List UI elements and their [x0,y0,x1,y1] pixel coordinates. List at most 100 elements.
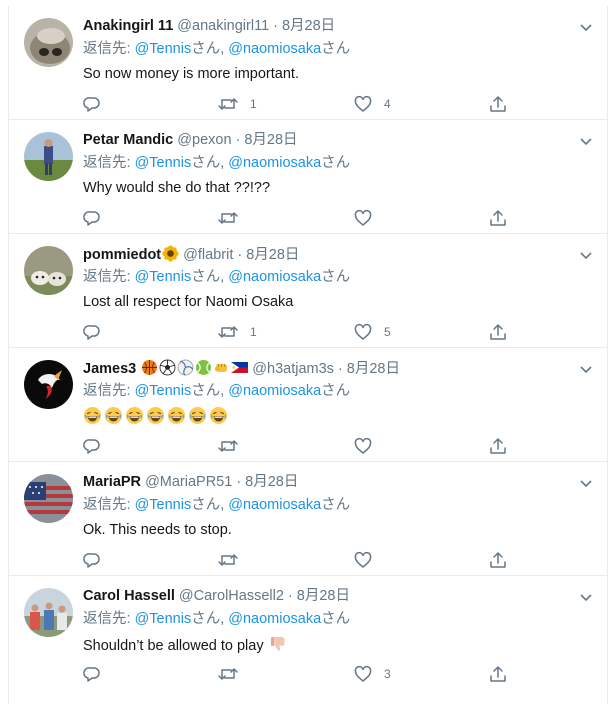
retweet-button[interactable] [218,664,250,684]
like-button[interactable]: 3 [354,664,391,684]
heart-icon [354,209,372,226]
reply-button[interactable] [83,664,113,684]
retweet-button[interactable] [218,436,250,456]
tweet-actions [83,208,603,228]
retweet-button[interactable] [218,208,250,228]
user-handle[interactable]: @MariaPR51 [145,474,232,490]
tweet[interactable]: Anakingirl 11 @anakingirl11 · 8月28日 返信先: @… [9,6,607,120]
reply-icon [83,667,100,682]
avatar[interactable] [24,18,73,67]
mention-link[interactable]: @naomiosaka [228,611,321,627]
avatar[interactable] [24,246,73,295]
tweet-date[interactable]: 8月28日 [245,474,298,490]
user-handle[interactable]: @h3atjam3s [252,361,334,377]
tweet-date[interactable]: 8月28日 [347,361,400,377]
tweet[interactable]: pommiedot @flabrit · 8月28日 返信先: @Tennisさん,… [9,234,607,348]
tweet-date[interactable]: 8月28日 [297,588,350,604]
user-handle[interactable]: @pexon [177,132,231,148]
share-icon [490,552,506,568]
volleyball-emoji [177,359,194,376]
like-button[interactable]: 5 [354,322,391,342]
chevron-down-icon[interactable] [579,134,593,148]
share-button[interactable] [489,550,507,570]
avatar[interactable] [24,360,73,409]
tweet[interactable]: James3 @h3atjam3s · 8月28日 返信先: @Tennisさん, … [9,348,607,462]
mention-link[interactable]: @Tennis [135,497,192,513]
mention-link[interactable]: @Tennis [135,155,192,171]
like-button[interactable] [354,208,384,228]
share-button[interactable] [489,664,507,684]
user-handle[interactable]: @anakingirl11 [177,18,269,34]
like-count: 3 [384,667,391,681]
chevron-down-icon[interactable] [579,590,593,604]
retweet-button[interactable] [218,550,250,570]
tweet-actions [83,436,603,456]
chevron-down-icon[interactable] [579,20,593,34]
tweet[interactable]: Petar Mandic @pexon · 8月28日 返信先: @Tennisさん… [9,120,607,234]
avatar[interactable] [24,588,73,637]
like-button[interactable] [354,550,384,570]
retweet-button[interactable]: 1 [218,322,257,342]
reply-context: 返信先: @Tennisさん, @naomiosakaさん [83,382,350,400]
tennis-ball-emoji [195,359,212,376]
tweet-date[interactable]: 8月28日 [282,18,335,34]
heart-icon [354,323,372,340]
mention-link[interactable]: @naomiosaka [228,497,321,513]
share-button[interactable] [489,94,507,114]
reply-button[interactable] [83,322,113,342]
reply-button[interactable] [83,436,113,456]
reply-button[interactable] [83,550,113,570]
reply-prefix: 返信先: [83,611,135,627]
retweet-button[interactable]: 1 [218,94,257,114]
avatar[interactable] [24,474,73,523]
mention-link[interactable]: @naomiosaka [228,383,321,399]
tweet[interactable]: MariaPR @MariaPR51 · 8月28日 返信先: @Tennisさん,… [9,462,607,576]
tweet[interactable]: Carol Hassell @CarolHassell2 · 8月28日 返信先: … [9,576,607,690]
mention-link[interactable]: @naomiosaka [228,155,321,171]
laughing-emoji-icons [83,407,230,426]
like-button[interactable]: 4 [354,94,391,114]
mention-link[interactable]: @Tennis [135,41,192,57]
user-handle[interactable]: @CarolHassell2 [179,588,284,604]
display-name[interactable]: James3 [83,361,136,377]
mention-link[interactable]: @Tennis [135,611,192,627]
tweet-date[interactable]: 8月28日 [244,132,297,148]
share-button[interactable] [489,208,507,228]
reply-prefix: 返信先: [83,41,135,57]
chevron-down-icon[interactable] [579,362,593,376]
chevron-down-icon[interactable] [579,476,593,490]
reply-button[interactable] [83,94,113,114]
mention-link[interactable]: @Tennis [135,383,192,399]
like-count: 5 [384,325,391,339]
basketball-emoji [141,359,158,376]
mention-link[interactable]: @naomiosaka [228,269,321,285]
display-name[interactable]: MariaPR [83,474,141,490]
reply-suffix: さん [191,269,221,285]
heart-icon [354,665,372,682]
display-name[interactable]: Carol Hassell [83,588,175,604]
mention-link[interactable]: @naomiosaka [228,41,321,57]
mention-link[interactable]: @Tennis [135,269,192,285]
avatar[interactable] [24,132,73,181]
tweet-header: MariaPR @MariaPR51 · 8月28日 [83,473,298,491]
share-icon [490,324,506,340]
tweet-date[interactable]: 8月28日 [246,247,299,263]
reply-icon [83,97,100,112]
separator-dot: · [237,247,243,263]
retweet-icon [218,554,238,566]
laughing-face-emoji [84,407,101,424]
share-button[interactable] [489,436,507,456]
reply-prefix: 返信先: [83,269,135,285]
chevron-down-icon[interactable] [579,248,593,262]
tweet-actions [83,550,603,570]
display-name[interactable]: Petar Mandic [83,132,173,148]
like-button[interactable] [354,436,384,456]
display-name[interactable]: pommiedot [83,247,161,263]
reply-button[interactable] [83,208,113,228]
reply-suffix: さん [321,41,351,57]
display-name[interactable]: Anakingirl 11 [83,18,173,34]
share-button[interactable] [489,322,507,342]
user-handle[interactable]: @flabrit [183,247,233,263]
reply-context: 返信先: @Tennisさん, @naomiosakaさん [83,610,350,628]
reply-prefix: 返信先: [83,383,135,399]
